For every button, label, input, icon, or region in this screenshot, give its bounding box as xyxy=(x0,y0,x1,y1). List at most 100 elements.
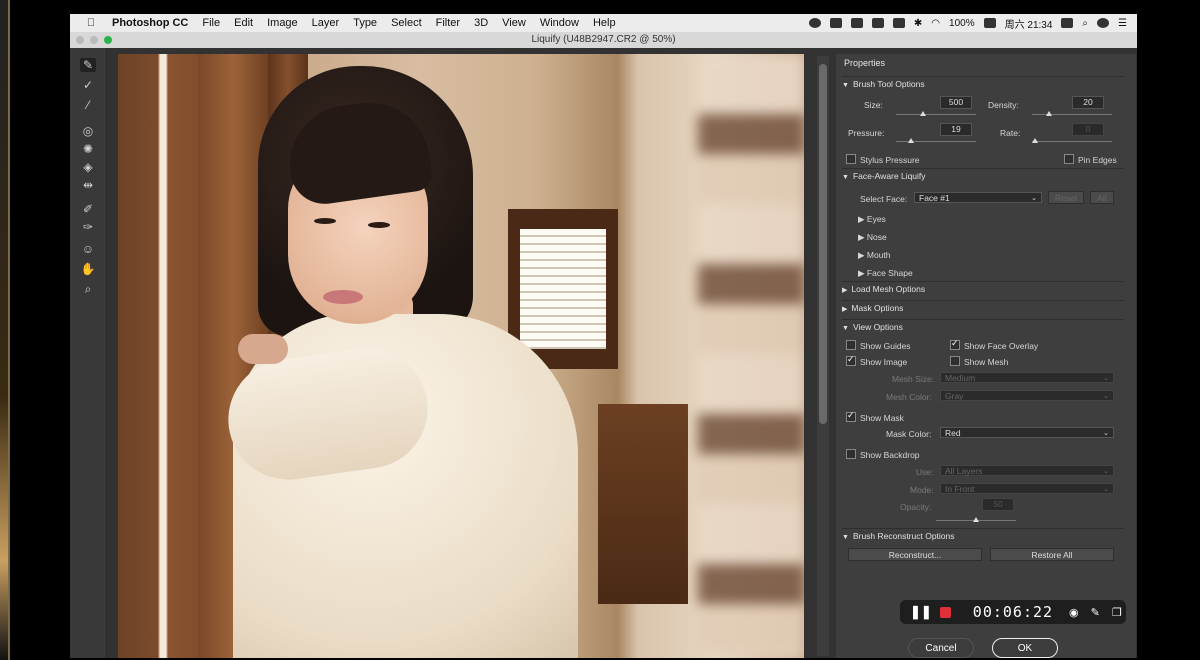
pressure-input[interactable]: 19 xyxy=(940,123,972,136)
hand-tool-icon[interactable]: ✋ xyxy=(80,262,96,276)
show-mask-checkbox[interactable] xyxy=(846,410,856,422)
search-icon[interactable]: ⌕ xyxy=(1082,18,1088,29)
menu-type[interactable]: Type xyxy=(353,17,377,29)
camera-icon[interactable]: ◉ xyxy=(1069,606,1079,619)
stylus-pressure-checkbox[interactable] xyxy=(846,154,856,164)
wifi-icon[interactable]: ◠ xyxy=(931,18,940,29)
chevron-down-icon: ⌄ xyxy=(1031,195,1037,202)
menu-layer[interactable]: Layer xyxy=(312,17,340,29)
twirl-tool-icon[interactable]: ◎ xyxy=(80,124,96,138)
pressure-label: Pressure: xyxy=(848,128,885,138)
section-brush-tool-options[interactable]: ▼ Brush Tool Options xyxy=(842,76,1124,89)
menu-image[interactable]: Image xyxy=(267,17,298,29)
opacity-slider[interactable] xyxy=(936,517,1016,522)
bloat-tool-icon[interactable]: ◈ xyxy=(80,160,96,174)
creative-cloud-icon[interactable] xyxy=(808,18,821,28)
face-reset-button[interactable]: Reset xyxy=(1048,191,1084,204)
rate-input[interactable]: 0 xyxy=(1072,123,1104,136)
minimize-window-icon[interactable] xyxy=(90,36,98,44)
menu-edit[interactable]: Edit xyxy=(234,17,253,29)
freeze-mask-tool-icon[interactable]: ✐ xyxy=(80,202,96,216)
density-slider[interactable] xyxy=(1032,111,1112,116)
chevron-down-icon: ⌄ xyxy=(1103,393,1109,400)
show-guides-checkbox[interactable] xyxy=(846,340,856,350)
status-app-icon[interactable] xyxy=(850,18,863,28)
mesh-size-dropdown[interactable]: Medium ⌄ xyxy=(940,372,1114,383)
menu-3d[interactable]: 3D xyxy=(474,17,488,29)
section-face-aware-liquify[interactable]: ▼ Face-Aware Liquify xyxy=(842,168,1124,181)
thaw-mask-tool-icon[interactable]: ✑ xyxy=(80,220,96,234)
battery-icon[interactable] xyxy=(983,18,996,28)
scrollbar-thumb[interactable] xyxy=(819,64,827,424)
menu-view[interactable]: View xyxy=(502,17,526,29)
push-left-tool-icon[interactable]: ⇹ xyxy=(80,178,96,192)
photo-hand xyxy=(238,334,288,364)
use-dropdown[interactable]: All Layers ⌄ xyxy=(940,465,1114,476)
stop-record-icon[interactable] xyxy=(939,606,951,618)
zoom-tool-icon[interactable]: ⌕ xyxy=(80,282,96,296)
opacity-input[interactable]: 50 xyxy=(982,498,1014,511)
clock[interactable]: 周六 21:34 xyxy=(1005,16,1053,31)
pause-icon[interactable]: ❚❚ xyxy=(910,604,932,620)
menubar:  Photoshop CC File Edit Image Layer Typ… xyxy=(70,14,1137,32)
size-slider[interactable] xyxy=(896,111,976,116)
show-backdrop-checkbox[interactable] xyxy=(846,449,856,459)
window-icon[interactable]: ❐ xyxy=(1112,606,1122,619)
select-face-dropdown[interactable]: Face #1 ⌄ xyxy=(914,192,1042,203)
menu-help[interactable]: Help xyxy=(593,17,616,29)
opacity-label: Opacity: xyxy=(900,502,932,512)
bluetooth-icon[interactable]: ✱ xyxy=(914,18,922,29)
menu-file[interactable]: File xyxy=(202,17,220,29)
ok-button[interactable]: OK xyxy=(992,638,1058,658)
density-input[interactable]: 20 xyxy=(1072,96,1104,109)
rate-slider[interactable] xyxy=(1032,138,1112,143)
subsection-eyes[interactable]: ▶ Eyes xyxy=(858,214,886,225)
size-label: Size: xyxy=(864,100,883,110)
section-load-mesh-options[interactable]: ▶ Load Mesh Options xyxy=(842,281,1124,294)
zoom-window-icon[interactable] xyxy=(104,36,112,44)
image-canvas[interactable] xyxy=(118,54,804,658)
chevron-down-icon: ⌄ xyxy=(1103,375,1109,382)
show-mesh-checkbox[interactable] xyxy=(950,356,960,366)
show-face-overlay-checkbox[interactable] xyxy=(950,338,960,350)
show-mask-label: Show Mask xyxy=(860,413,904,423)
size-input[interactable]: 500 xyxy=(940,96,972,109)
show-image-label: Show Image xyxy=(860,357,908,367)
mode-dropdown[interactable]: In Front ⌄ xyxy=(940,483,1114,494)
menu-select[interactable]: Select xyxy=(391,17,422,29)
menu-filter[interactable]: Filter xyxy=(436,17,460,29)
section-view-options[interactable]: ▼ View Options xyxy=(842,319,1124,332)
smooth-tool-icon[interactable]: ⁄ xyxy=(80,98,96,112)
menu-window[interactable]: Window xyxy=(540,17,579,29)
siri-icon[interactable] xyxy=(1097,18,1110,28)
reconstruct-button[interactable]: Reconstruct... xyxy=(848,548,982,561)
subsection-face-shape[interactable]: ▶ Face Shape xyxy=(858,268,913,279)
face-all-button[interactable]: All xyxy=(1090,191,1114,204)
subsection-mouth[interactable]: ▶ Mouth xyxy=(858,250,891,261)
pucker-tool-icon[interactable]: ✺ xyxy=(80,142,96,156)
mask-color-dropdown[interactable]: Red ⌄ xyxy=(940,427,1114,438)
flag-icon[interactable] xyxy=(1061,18,1074,28)
show-image-checkbox[interactable] xyxy=(846,354,856,366)
display-icon[interactable] xyxy=(892,18,905,28)
pen-icon[interactable]: ✎ xyxy=(1091,606,1100,619)
forward-warp-tool-icon[interactable]: ✎ xyxy=(80,58,96,72)
subsection-nose[interactable]: ▶ Nose xyxy=(858,232,887,243)
close-window-icon[interactable] xyxy=(76,36,84,44)
pin-edges-checkbox[interactable] xyxy=(1064,154,1074,164)
status-app2-icon[interactable] xyxy=(871,18,884,28)
section-brush-reconstruct-options[interactable]: ▼ Brush Reconstruct Options xyxy=(842,528,1124,541)
cancel-button[interactable]: Cancel xyxy=(908,638,974,658)
section-mask-options[interactable]: ▶ Mask Options xyxy=(842,300,1124,313)
reconstruct-tool-icon[interactable]: ✓ xyxy=(80,78,96,92)
face-tool-icon[interactable]: ☺ xyxy=(80,242,96,256)
list-icon[interactable]: ☰ xyxy=(1118,18,1127,29)
pressure-slider[interactable] xyxy=(896,138,976,143)
mesh-color-dropdown[interactable]: Gray ⌄ xyxy=(940,390,1114,401)
apple-icon[interactable]:  xyxy=(82,17,100,29)
dropbox-icon[interactable] xyxy=(829,18,842,28)
properties-panel: Properties ▼ Brush Tool Options Size: 500… xyxy=(836,54,1136,658)
restore-all-button[interactable]: Restore All xyxy=(990,548,1114,561)
menu-app-name[interactable]: Photoshop CC xyxy=(112,17,188,29)
canvas-scrollbar[interactable] xyxy=(817,56,829,656)
